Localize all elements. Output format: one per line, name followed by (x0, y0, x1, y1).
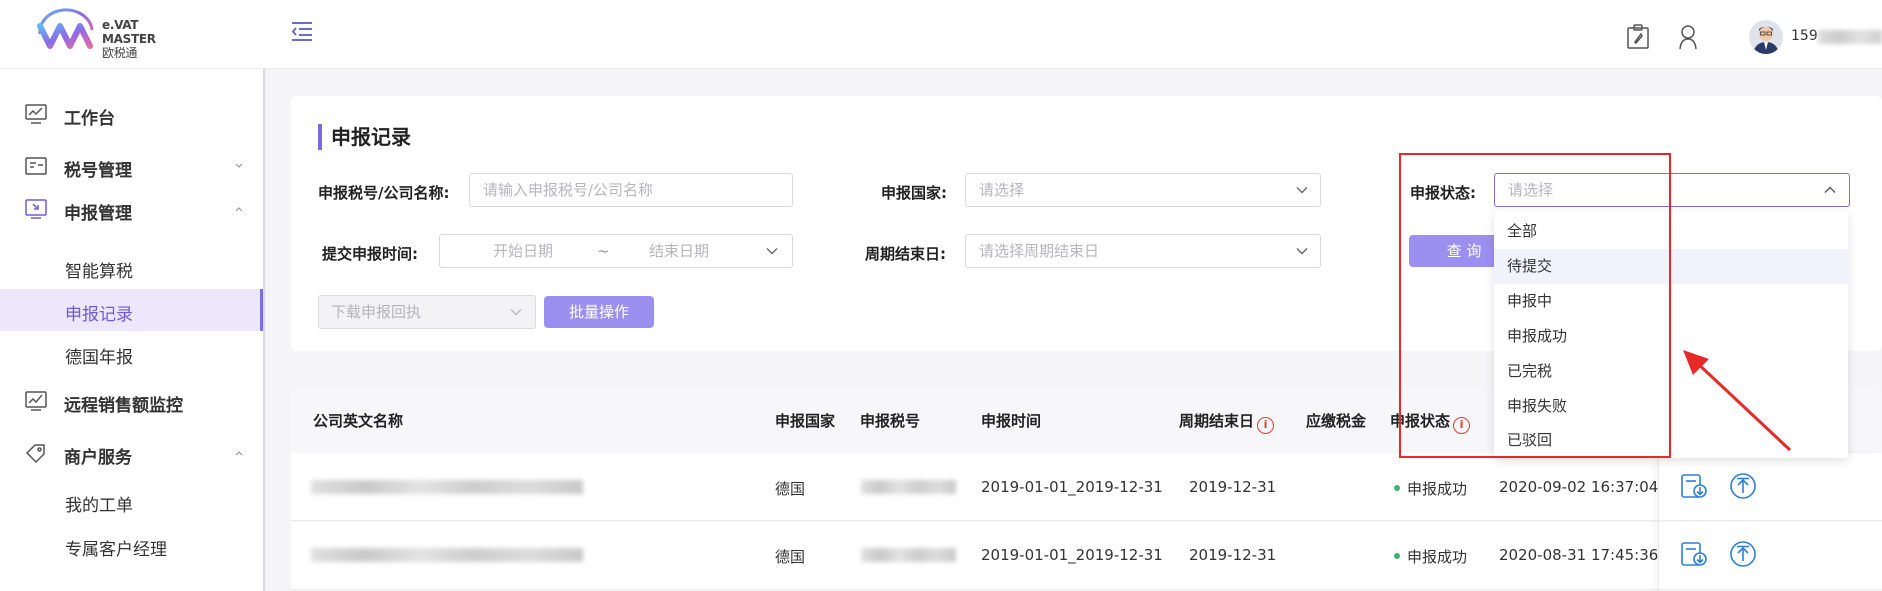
cell-period-end: 2019-12-31 (1189, 478, 1277, 496)
company-name-redacted (311, 480, 583, 494)
status-dot (1394, 553, 1400, 559)
country-select[interactable]: 请选择 (965, 173, 1321, 207)
chevron-down-icon (235, 163, 243, 168)
username[interactable]: 159 (1791, 28, 1818, 44)
annotation-highlight-box (1399, 153, 1671, 458)
page-title: 申报记录 (318, 124, 411, 150)
brand-line2: MASTER (102, 32, 156, 46)
status-badge: 申报成功 (1394, 546, 1467, 567)
annotation-arrow-icon (1683, 350, 1792, 452)
trend-monitor-icon (25, 391, 47, 411)
col-declare-time: 申报时间 (981, 412, 1042, 430)
sidebar-item-merchant[interactable]: 商户服务 (0, 431, 263, 475)
operations-column (1658, 453, 1882, 591)
cell-country: 德国 (775, 548, 806, 566)
table-row[interactable]: 德国 2019-01-01_2019-12-31 2019-12-31 申报成功… (291, 453, 1882, 521)
table-row[interactable]: 德国 2019-01-01_2019-12-31 2019-12-31 申报成功… (291, 522, 1882, 590)
cell-period: 2019-01-01_2019-12-31 (981, 546, 1163, 564)
date-separator: ~ (597, 242, 610, 260)
chevron-up-icon (1824, 186, 1836, 193)
period-end-select[interactable]: 请选择周期结束日 (965, 234, 1321, 268)
brand-line1: e.VAT (102, 18, 139, 32)
avatar-person-icon (1753, 26, 1779, 54)
period-end-label: 周期结束日: (865, 245, 946, 263)
col-company-name: 公司英文名称 (313, 412, 404, 430)
clipboard-icon[interactable] (1626, 24, 1650, 50)
sidebar-item-germany-annual[interactable]: 德国年报 (0, 332, 263, 374)
info-icon[interactable]: i (1257, 417, 1275, 434)
logo-mark-icon (37, 8, 94, 49)
sidebar-item-remote-sales[interactable]: 远程销售额监控 (0, 379, 263, 423)
sidebar-item-my-tickets[interactable]: 我的工单 (0, 480, 263, 522)
brand-logo[interactable]: e.VAT MASTER 欧税通 (34, 8, 164, 64)
cell-period: 2019-01-01_2019-12-31 (981, 478, 1163, 496)
sidebar-item-tax-number[interactable]: 税号管理 (0, 144, 263, 188)
avatar[interactable] (1749, 20, 1783, 54)
chevron-up-icon (235, 207, 243, 212)
col-tax-number: 申报税号 (860, 412, 921, 430)
chevron-down-icon (1296, 187, 1308, 194)
company-name-redacted (311, 548, 583, 562)
chevron-up-icon (235, 451, 243, 456)
chevron-down-icon (766, 248, 778, 255)
tax-search-input[interactable]: 请输入申报税号/公司名称 (469, 173, 793, 207)
batch-operation-button[interactable]: 批量操作 (544, 296, 654, 328)
col-period-end: 周期结束日 i (1179, 410, 1275, 434)
upload-icon[interactable] (1728, 539, 1758, 569)
username-redacted (1818, 30, 1882, 44)
top-header: e.VAT MASTER 欧税通 159 (0, 0, 1882, 69)
sidebar: 工作台 税号管理 申报管理 智能算税 申报记录 德国年报 远程销售额监控 商户服… (0, 69, 265, 591)
download-doc-icon[interactable] (1679, 471, 1709, 501)
sidebar-item-declaration[interactable]: 申报管理 (0, 187, 263, 231)
tag-icon (25, 444, 45, 464)
brand-line3: 欧税通 (102, 46, 138, 60)
cell-time: 2020-09-02 16:37:04 (1499, 478, 1659, 496)
date-range-picker[interactable]: 开始日期 ~ 结束日期 (439, 234, 793, 268)
monitor-chart-icon (25, 104, 47, 124)
cell-country: 德国 (775, 480, 806, 498)
download-doc-icon[interactable] (1679, 539, 1709, 569)
chevron-down-icon (1296, 248, 1308, 255)
user-profile-icon[interactable] (1676, 24, 1700, 50)
col-tax-due: 应缴税金 (1306, 412, 1367, 430)
download-receipt-select[interactable]: 下载申报回执 (318, 295, 536, 329)
country-filter-label: 申报国家: (881, 184, 947, 202)
sidebar-item-account-manager[interactable]: 专属客户经理 (0, 524, 263, 566)
chevron-down-icon (510, 309, 522, 316)
tax-card-icon (25, 157, 47, 175)
tax-number-redacted (861, 480, 956, 494)
sidebar-item-smart-tax[interactable]: 智能算税 (0, 246, 263, 288)
start-date-input[interactable]: 开始日期 (493, 235, 553, 267)
tax-filter-label: 申报税号/公司名称: (318, 184, 450, 202)
sidebar-item-declaration-records[interactable]: 申报记录 (0, 289, 263, 331)
col-country: 申报国家 (775, 412, 836, 430)
status-badge: 申报成功 (1394, 478, 1467, 499)
end-date-input[interactable]: 结束日期 (649, 235, 709, 267)
cell-time: 2020-08-31 17:45:36 (1499, 546, 1659, 564)
submit-time-label: 提交申报时间: (322, 245, 418, 263)
declaration-screen-icon (25, 199, 47, 219)
tax-number-redacted (861, 548, 956, 562)
menu-collapse-icon[interactable] (290, 20, 314, 42)
sidebar-item-workbench[interactable]: 工作台 (0, 92, 263, 136)
upload-icon[interactable] (1728, 471, 1758, 501)
status-dot (1394, 485, 1400, 491)
cell-period-end: 2019-12-31 (1189, 546, 1277, 564)
